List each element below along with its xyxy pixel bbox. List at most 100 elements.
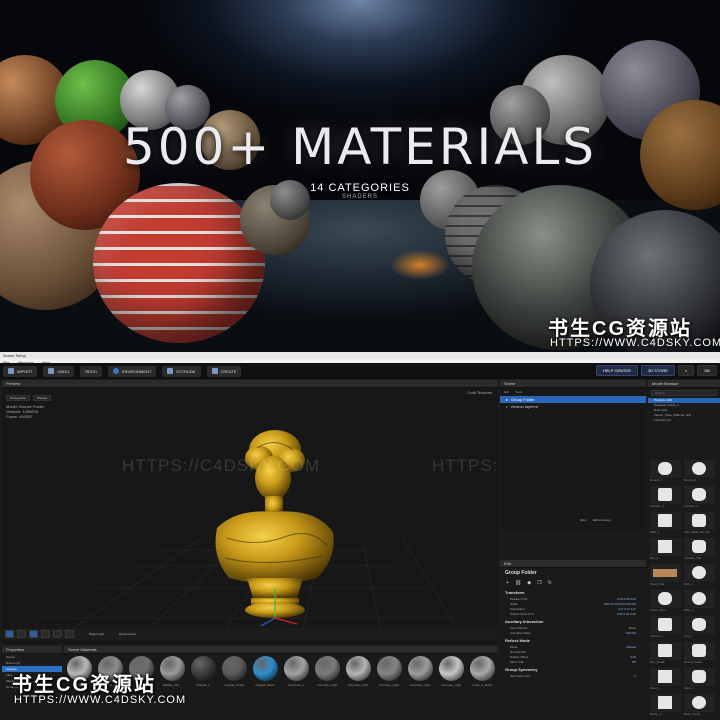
material-item[interactable]: Foam_2_Rock [469, 656, 495, 687]
properties-title: Properties [2, 646, 62, 654]
bright-light-label[interactable]: Bright Light [89, 632, 104, 636]
model-thumbnail[interactable]: Bottle_1 [650, 694, 681, 717]
redo-button[interactable]: REDO [80, 365, 102, 377]
material-label: Concrete_1 [288, 683, 304, 687]
environment-label[interactable]: Environment [119, 632, 136, 636]
undo-button[interactable]: UNDO [43, 365, 75, 377]
refresh-icon[interactable]: ↻ [548, 580, 552, 586]
model-shape [692, 540, 706, 553]
model-thumbnail[interactable]: Disk_1 [684, 564, 715, 587]
model-thumbnail[interactable]: Pillar_1 [684, 590, 715, 613]
craft-textures-toggle[interactable]: Craft Textures [467, 390, 492, 395]
property-value[interactable]: Off [632, 660, 636, 665]
model-thumbnail[interactable]: Bust_Frame [684, 694, 715, 717]
material-preview [376, 656, 402, 681]
model-shape [658, 696, 672, 709]
property-value[interactable]: 100.0% [626, 631, 636, 636]
material-item[interactable]: Asphalt_2 [190, 656, 216, 687]
add-icon[interactable]: + [506, 580, 509, 586]
model-thumbnail[interactable]: Round_2 [684, 460, 715, 483]
ok-button[interactable]: OK [697, 365, 717, 376]
model-thumbnail[interactable]: Sphere_1 [650, 616, 681, 639]
property-label: Anchor Point XYZ [510, 612, 534, 616]
material-label: Concrete_Light [316, 683, 338, 687]
property-value[interactable]: 0.00 0.00 0.00 [617, 612, 636, 617]
camera-icon[interactable] [5, 630, 14, 638]
material-item[interactable]: Concrete_Light [345, 656, 371, 687]
material-item[interactable]: Asphalt_Crack [221, 656, 247, 687]
folder-icon: ▸ [506, 397, 509, 402]
model-label: Panel_Flat [650, 582, 665, 586]
transform-section[interactable]: Transform [500, 588, 646, 597]
scene-item-group-folder[interactable]: ▸ Group Folder [500, 396, 646, 403]
property-value[interactable]: X [634, 674, 636, 679]
model-browser-panel: Model Browser Search Products (90) Pedes… [648, 380, 720, 720]
model-thumbnail[interactable]: Round_1 [650, 460, 681, 483]
3d-store-button[interactable]: 3D STORE [640, 365, 675, 376]
model-label: Bowl_1 [650, 686, 660, 690]
material-item[interactable]: Concrete_Light [438, 656, 464, 687]
tree-item[interactable]: Favorites (0) [648, 418, 720, 423]
model-thumbnail[interactable]: Cylinder_1 [650, 486, 681, 509]
browser-search-input[interactable]: Search [651, 390, 717, 396]
model-thumbnail[interactable]: Cylinder_2 [684, 486, 715, 509]
environment-button[interactable]: ENVIRONMENT [107, 365, 157, 377]
material-item[interactable]: Concrete_Light [407, 656, 433, 687]
model-label: Vase_1 [684, 686, 694, 690]
extrude-button[interactable]: EXTRUDE [162, 365, 201, 377]
create-button[interactable]: CREATE [206, 365, 242, 377]
pan-icon[interactable] [17, 630, 26, 638]
model-thumbnail[interactable]: Cup_1 [684, 616, 715, 639]
material-label: Concrete_Light [409, 683, 431, 687]
material-item[interactable]: Concrete_Light [314, 656, 340, 687]
model-shape [658, 592, 672, 605]
material-item[interactable]: Concrete_Light [376, 656, 402, 687]
model-shape [658, 644, 672, 657]
model-thumbnail[interactable]: Slab_1 [650, 512, 681, 535]
help-center-button[interactable]: HELP CENTER [596, 365, 638, 376]
model-thumbnail[interactable]: Vase_1 [684, 668, 715, 691]
import-button[interactable]: IMPORT [3, 365, 38, 377]
edit-panel: Edit Group Folder + ⛓ ◆ ❐ ↻ Transform Positi… [500, 560, 646, 720]
aux-section[interactable]: Auxiliary Interaction [500, 617, 646, 626]
model-thumbnail[interactable]: Box_1 [650, 538, 681, 561]
scale-icon[interactable] [53, 630, 62, 638]
link-icon[interactable]: ⛓ [515, 580, 521, 586]
shaded-select[interactable]: Shaded [32, 395, 52, 401]
tab-edit[interactable]: Edit [504, 390, 509, 394]
add-to-group-button[interactable]: Add to Group [593, 518, 611, 522]
banner-subtitle: 14 CATEGORIES [310, 182, 410, 194]
model-thumbnail[interactable]: Add_cable_Box (3) [684, 512, 715, 535]
model-thumbnail[interactable]: Bowl_1 [650, 668, 681, 691]
model-thumbnail[interactable]: Cylinder_Tall [684, 538, 715, 561]
symmetry-section[interactable]: Group Symmetry [500, 665, 646, 674]
property-value[interactable]: Default [626, 645, 636, 650]
reflect-section[interactable]: Reflect Mode [500, 636, 646, 645]
3d-viewport[interactable]: Perspective Shaded Model: Bronze Folder … [2, 388, 498, 636]
preview-title: Preview [2, 380, 498, 388]
model-preview [650, 668, 681, 686]
model-thumbnail[interactable]: Panel_Flat [650, 564, 681, 587]
undo-label: UNDO [57, 368, 70, 374]
model-shape [658, 488, 672, 501]
scene-materials-title: Scene Materials [64, 646, 498, 654]
watermark-cn: 书生CG资源站 [12, 674, 156, 696]
move-icon[interactable] [29, 630, 38, 638]
model-thumbnail[interactable]: Box_Small [650, 642, 681, 665]
tab-tools[interactable]: Tools [515, 390, 522, 394]
frame-icon[interactable] [65, 630, 74, 638]
close-icon[interactable]: × [677, 365, 695, 376]
shapes-icon[interactable]: ◆ [527, 580, 531, 586]
material-item[interactable]: Marble_Chr... [159, 656, 185, 687]
scene-item-version[interactable]: ▪ Version layered [500, 403, 646, 410]
perspective-select[interactable]: Perspective [6, 395, 30, 401]
model-thumbnail[interactable]: Round_Glass [684, 642, 715, 665]
model-thumbnail[interactable]: Frame_Box [650, 590, 681, 613]
sync-button[interactable]: Sync [580, 518, 587, 522]
material-item[interactable]: Asphalt_Clean [252, 656, 278, 687]
window-title: Scene Setup [0, 352, 720, 359]
edit-title: Edit [500, 560, 646, 568]
copy-icon[interactable]: ❐ [537, 580, 541, 586]
rotate-icon[interactable] [41, 630, 50, 638]
material-item[interactable]: Concrete_1 [283, 656, 309, 687]
